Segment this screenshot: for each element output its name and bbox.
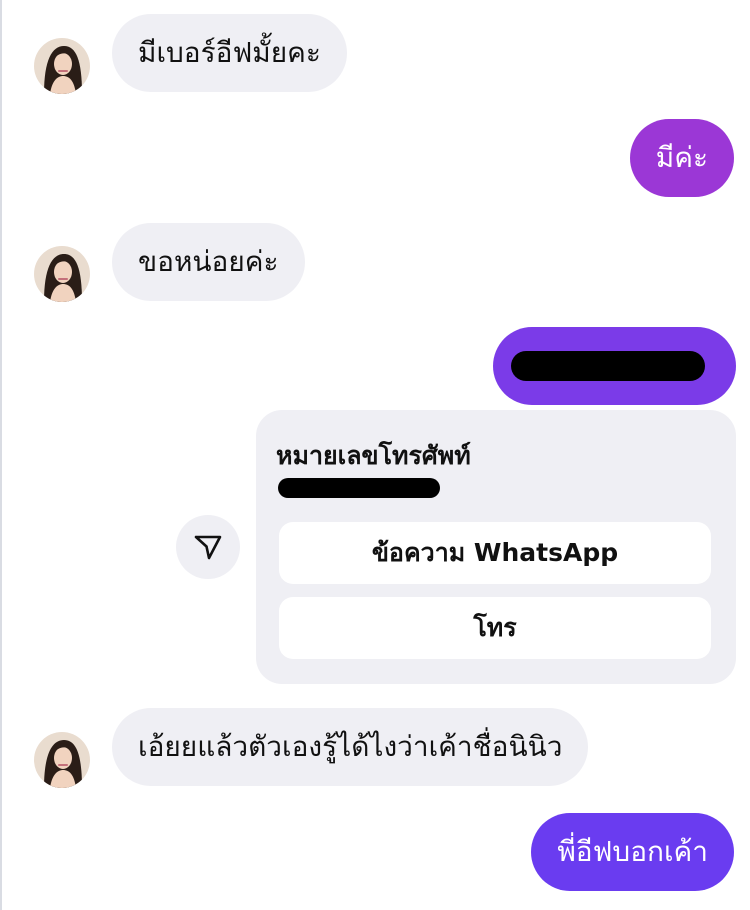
- call-button[interactable]: โทร: [279, 597, 711, 659]
- send-arrow-icon: [194, 535, 222, 560]
- contact-avatar[interactable]: [34, 38, 90, 94]
- incoming-message-bubble[interactable]: มีเบอร์อีฟมั้ยคะ: [112, 14, 347, 92]
- call-label: โทร: [473, 613, 517, 642]
- phone-number-card: หมายเลขโทรศัพท์ ข้อความ WhatsApp โทร: [256, 410, 736, 684]
- incoming-message-bubble[interactable]: เอ้ยยแล้วตัวเองรู้ได้ไงว่าเค้าชื่อนินิว: [112, 708, 589, 786]
- outgoing-message-bubble[interactable]: [493, 327, 736, 405]
- share-button[interactable]: [176, 515, 240, 579]
- outgoing-message-bubble[interactable]: พี่อีฟบอกเค้า: [531, 813, 734, 891]
- whatsapp-label: ข้อความ WhatsApp: [371, 538, 619, 567]
- redacted-card-number: [278, 478, 440, 498]
- whatsapp-message-button[interactable]: ข้อความ WhatsApp: [279, 522, 711, 584]
- contact-avatar[interactable]: [34, 246, 90, 302]
- message-text: ขอหน่อยค่ะ: [138, 245, 279, 278]
- chat-screen: มีเบอร์อีฟมั้ยคะ มีค่ะ ขอหน่อยค่ะ หมายเล…: [0, 0, 750, 910]
- incoming-message-bubble[interactable]: ขอหน่อยค่ะ: [112, 223, 305, 301]
- message-text: พี่อีฟบอกเค้า: [557, 835, 708, 868]
- outgoing-message-bubble[interactable]: มีค่ะ: [629, 119, 734, 197]
- card-title: หมายเลขโทรศัพท์: [276, 441, 471, 470]
- message-text: มีเบอร์อีฟมั้ยคะ: [138, 36, 321, 69]
- redacted-phone-number: [511, 351, 705, 381]
- contact-avatar[interactable]: [34, 732, 90, 788]
- message-text: มีค่ะ: [655, 141, 708, 174]
- message-text: เอ้ยยแล้วตัวเองรู้ได้ไงว่าเค้าชื่อนินิว: [138, 730, 563, 763]
- window-edge: [0, 0, 2, 910]
